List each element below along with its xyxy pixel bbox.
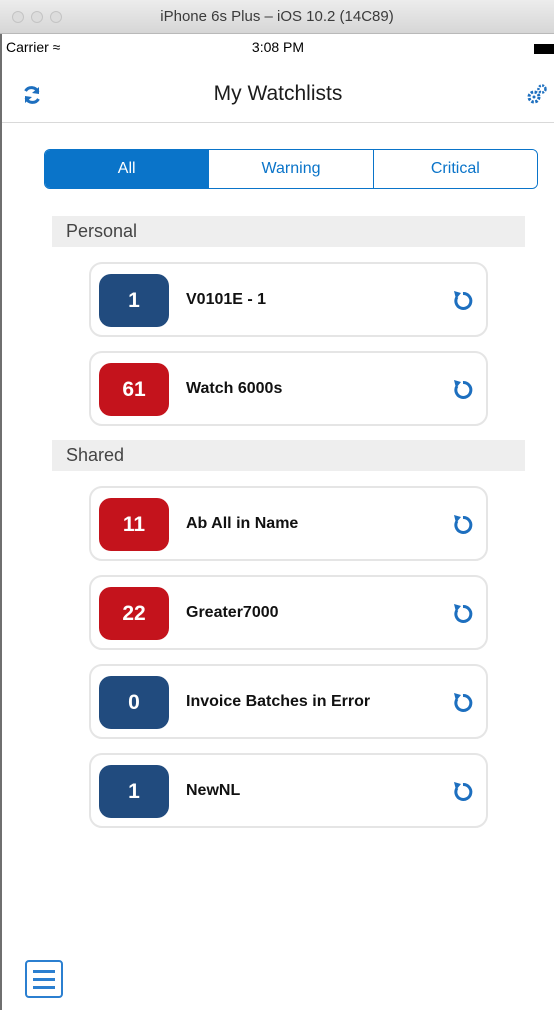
status-bar: Carrier ≈ 3:08 PM	[2, 34, 554, 60]
tab-critical[interactable]: Critical	[372, 150, 537, 188]
watchlist-name: Ab All in Name	[186, 515, 299, 532]
refresh-watchlist-icon[interactable]	[452, 379, 474, 401]
watchlist-count-badge: 1	[99, 274, 169, 327]
battery-icon	[534, 44, 554, 54]
filter-segmented-control: All Warning Critical	[44, 149, 538, 189]
watchlist-name: NewNL	[186, 782, 241, 799]
refresh-watchlist-icon[interactable]	[452, 603, 474, 625]
window-edge	[0, 34, 2, 1010]
watchlist-card[interactable]: 0 Invoice Batches in Error	[89, 664, 488, 739]
window-title: iPhone 6s Plus – iOS 10.2 (14C89)	[160, 8, 394, 25]
refresh-watchlist-icon[interactable]	[452, 781, 474, 803]
watchlist-count-badge: 1	[99, 765, 169, 818]
nav-bar: My Watchlists	[2, 60, 554, 123]
section-header-personal: Personal	[52, 216, 525, 247]
settings-gears-icon[interactable]	[526, 83, 548, 105]
status-time: 3:08 PM	[251, 39, 305, 55]
simulator-title-bar: iPhone 6s Plus – iOS 10.2 (14C89)	[0, 0, 554, 34]
section-header-shared: Shared	[52, 440, 525, 471]
menu-bar	[33, 986, 55, 989]
menu-bar	[33, 978, 55, 981]
watchlist-name: Watch 6000s	[186, 380, 283, 397]
refresh-watchlist-icon[interactable]	[452, 290, 474, 312]
watchlist-card[interactable]: 11 Ab All in Name	[89, 486, 488, 561]
watchlist-name: Invoice Batches in Error	[186, 693, 371, 710]
watchlist-count-badge: 61	[99, 363, 169, 416]
watchlist-card[interactable]: 61 Watch 6000s	[89, 351, 488, 426]
refresh-watchlist-icon[interactable]	[452, 692, 474, 714]
tab-warning[interactable]: Warning	[208, 150, 373, 188]
watchlist-count-badge: 22	[99, 587, 169, 640]
watchlist-card[interactable]: 1 NewNL	[89, 753, 488, 828]
tab-all[interactable]: All	[45, 150, 209, 188]
watchlist-count-badge: 0	[99, 676, 169, 729]
watchlist-card[interactable]: 1 V0101E - 1	[89, 262, 488, 337]
watchlist-name: V0101E - 1	[186, 291, 267, 308]
watchlist-name: Greater7000	[186, 604, 279, 621]
refresh-watchlist-icon[interactable]	[452, 514, 474, 536]
watchlist-count-badge: 11	[99, 498, 169, 551]
menu-bar	[33, 970, 55, 973]
page-title: My Watchlists	[213, 82, 343, 105]
hamburger-menu-icon[interactable]	[25, 960, 63, 998]
watchlist-card[interactable]: 22 Greater7000	[89, 575, 488, 650]
